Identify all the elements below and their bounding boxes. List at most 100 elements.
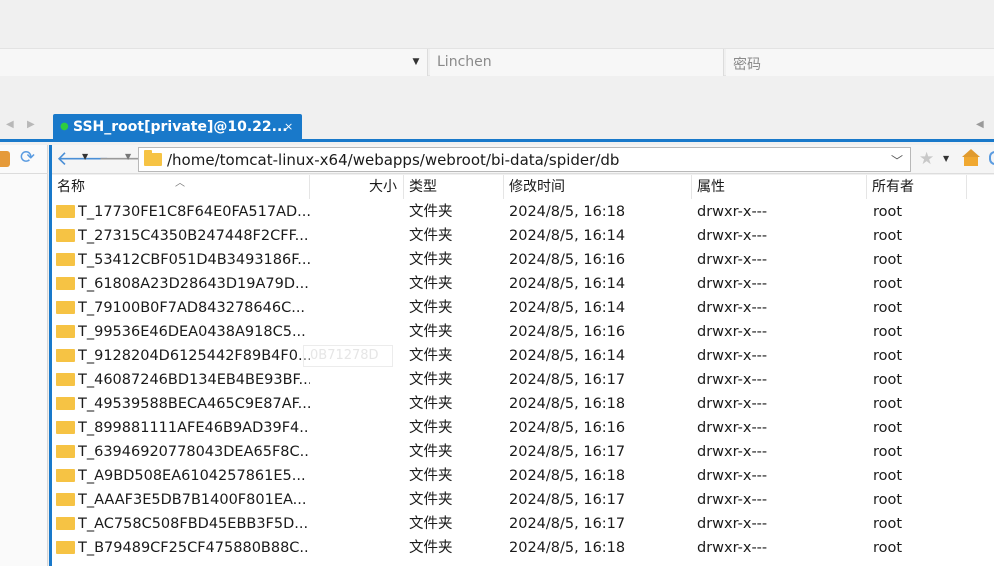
password-field[interactable]: 密码 [726,49,994,76]
file-type: 文件夹 [409,444,453,460]
file-type: 文件夹 [409,228,453,244]
remote-nav-bar: 🡐 ▼ 🡒 ▼ /home/tomcat-linux-x64/webapps/w… [52,145,994,174]
file-mtime: 2024/8/5, 16:14 [509,348,626,364]
file-type: 文件夹 [409,540,453,556]
table-row[interactable]: T_61808A23D28643D19A79D... 文件夹 2024/8/5, 1… [52,272,994,296]
column-header-type[interactable]: 类型 [404,175,504,199]
folder-icon [56,541,75,554]
file-name[interactable]: T_9128204D6125442F89B4F0... [78,344,310,368]
file-mtime: 2024/8/5, 16:18 [509,540,626,556]
folder-icon [56,373,75,386]
file-attributes: drwxr-x--- [697,324,768,340]
file-mtime: 2024/8/5, 16:16 [509,324,626,340]
path-input[interactable]: /home/tomcat-linux-x64/webapps/webroot/b… [138,147,911,172]
file-name[interactable]: T_46087246BD134EB4BE93BF... [78,368,310,392]
column-header-name-label: 名称 [57,179,85,195]
file-name[interactable]: T_17730FE1C8F64E0FA517AD... [78,200,310,224]
connection-bar: ▼ Linchen 密码 [0,48,994,76]
column-header-name[interactable]: 名称 ︿ [52,175,310,199]
tab-scroll-left-icon[interactable]: ◀ [6,119,14,130]
file-owner: root [873,324,903,340]
table-row[interactable]: T_53412CBF051D4B3493186F... 文件夹 2024/8/5, … [52,248,994,272]
file-owner: root [873,516,903,532]
table-row[interactable]: T_99536E46DEA0438A918C5... 文件夹 2024/8/5, 1… [52,320,994,344]
file-owner: root [873,276,903,292]
file-name[interactable]: T_B79489CF25CF475880B88C... [78,536,310,560]
column-header-mtime[interactable]: 修改时间 [504,175,692,199]
table-row[interactable]: T_63946920778043DEA65F8C... 文件夹 2024/8/5, … [52,440,994,464]
table-row[interactable]: T_B79489CF25CF475880B88C... 文件夹 2024/8/5, … [52,536,994,560]
table-row[interactable]: T_17730FE1C8F64E0FA517AD... 文件夹 2024/8/5, … [52,200,994,224]
connected-status-icon: ● [60,121,69,132]
file-name[interactable]: T_61808A23D28643D19A79D... [78,272,310,296]
table-row[interactable]: T_49539588BECA465C9E87AF... 文件夹 2024/8/5, … [52,392,994,416]
file-attributes: drwxr-x--- [697,420,768,436]
file-name[interactable]: T_53412CBF051D4B3493186F... [78,248,310,272]
bookmark-dropdown-icon[interactable]: ▼ [943,154,949,163]
dropdown-arrow-icon[interactable]: ▼ [411,55,421,69]
username-field[interactable]: Linchen [430,49,724,76]
file-attributes: drwxr-x--- [697,300,768,316]
file-name[interactable]: T_A9BD508EA6104257861E5... [78,464,310,488]
file-name[interactable]: T_899881111AFE46B9AD39F4... [78,416,310,440]
file-attributes: drwxr-x--- [697,372,768,388]
file-name[interactable]: T_99536E46DEA0438A918C5... [78,320,310,344]
column-header-size[interactable]: 大小 [310,175,404,199]
forward-history-dropdown-icon[interactable]: ▼ [125,152,131,161]
file-name[interactable]: T_79100B0F7AD843278646C... [78,296,310,320]
table-row[interactable]: T_9128204D6125442F89B4F0... 文件夹 2024/8/5, … [52,344,994,368]
table-row[interactable]: T_79100B0F7AD843278646C... 文件夹 2024/8/5, 1… [52,296,994,320]
table-row[interactable]: T_27315C4350B247448F2CFF... 文件夹 2024/8/5, … [52,224,994,248]
file-type: 文件夹 [409,372,453,388]
file-attributes: drwxr-x--- [697,540,768,556]
file-name[interactable]: T_AC758C508FBD45EBB3F5D... [78,512,310,536]
tab-label: SSH_root[private]@10.22... [73,119,288,135]
tab-scroll-far-left-icon[interactable]: ◀ [976,119,984,130]
session-tab-strip: ◀ ▶ ● SSH_root[private]@10.22... × ◀ [0,111,994,142]
remote-file-list: 名称 ︿ 大小 类型 修改时间 属性 所有者 T_17730FE1C8F64E0… [52,175,994,566]
file-owner: root [873,372,903,388]
file-type: 文件夹 [409,348,453,364]
file-owner: root [873,444,903,460]
back-history-dropdown-icon[interactable]: ▼ [82,152,88,161]
file-name[interactable]: T_49539588BECA465C9E87AF... [78,392,310,416]
file-name[interactable]: T_63946920778043DEA65F8C... [78,440,310,464]
table-row[interactable]: T_A9BD508EA6104257861E5... 文件夹 2024/8/5, 1… [52,464,994,488]
drag-ghost-text: 0B71278D [310,348,379,363]
chevron-down-icon[interactable]: ﹀ [891,152,903,169]
tab-scroll-right-icon[interactable]: ▶ [27,119,35,130]
star-icon[interactable]: ★ [919,149,934,169]
file-type: 文件夹 [409,492,453,508]
file-name[interactable]: T_AAAF3E5DB7B1400F801EA... [78,488,310,512]
folder-icon [56,445,75,458]
folder-icon [56,517,75,530]
drag-ghost-tooltip: 0B71278D [303,345,393,367]
table-row[interactable]: T_AAAF3E5DB7B1400F801EA... 文件夹 2024/8/5, 1… [52,488,994,512]
table-row[interactable]: T_46087246BD134EB4BE93BF... 文件夹 2024/8/5, … [52,368,994,392]
local-home-icon[interactable] [0,151,10,167]
refresh-icon[interactable]: ⟳ [20,147,35,168]
file-type: 文件夹 [409,468,453,484]
file-name[interactable]: T_27315C4350B247448F2CFF... [78,224,310,248]
tab-ssh-session[interactable]: ● SSH_root[private]@10.22... × [53,114,302,142]
folder-icon [56,493,75,506]
file-owner: root [873,540,903,556]
list-header: 名称 ︿ 大小 类型 修改时间 属性 所有者 [52,175,994,199]
column-header-owner[interactable]: 所有者 [867,175,967,199]
table-row[interactable]: T_899881111AFE46B9AD39F4... 文件夹 2024/8/5, … [52,416,994,440]
file-type: 文件夹 [409,324,453,340]
folder-icon [56,205,75,218]
folder-icon [56,397,75,410]
username-value: Linchen [437,54,492,70]
current-path[interactable]: /home/tomcat-linux-x64/webapps/webroot/b… [167,151,619,169]
file-attributes: drwxr-x--- [697,468,768,484]
refresh-icon[interactable] [989,151,994,165]
column-header-attributes[interactable]: 属性 [692,175,867,199]
home-icon[interactable] [961,149,981,167]
file-mtime: 2024/8/5, 16:17 [509,516,626,532]
file-attributes: drwxr-x--- [697,396,768,412]
table-row[interactable]: T_AC758C508FBD45EBB3F5D... 文件夹 2024/8/5, 1… [52,512,994,536]
host-combobox[interactable]: ▼ [0,49,428,76]
file-owner: root [873,396,903,412]
tab-close-icon[interactable]: × [284,120,293,133]
